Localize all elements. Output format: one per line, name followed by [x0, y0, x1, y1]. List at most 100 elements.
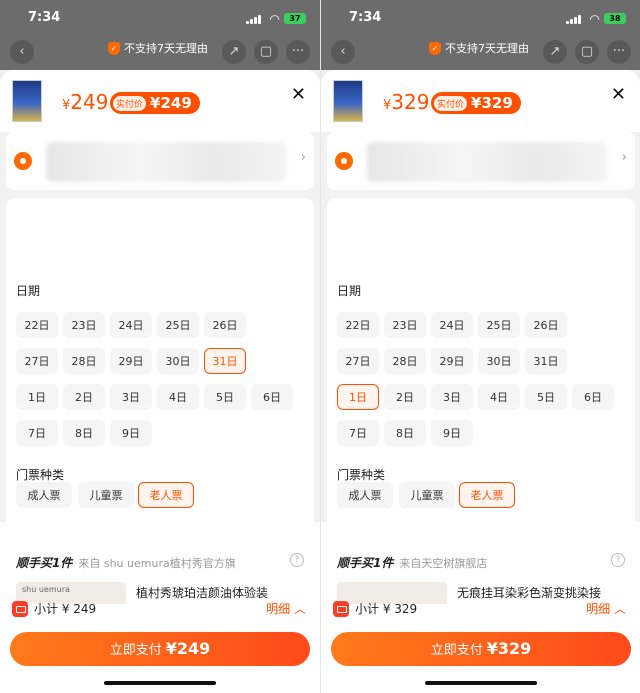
- detail-label: 明细: [586, 602, 611, 616]
- date-chip[interactable]: 6日: [251, 384, 293, 410]
- product-price: ¥249: [62, 90, 108, 114]
- date-chip[interactable]: 24日: [110, 312, 152, 338]
- blurred-address: [46, 142, 286, 182]
- paid-price-tag: 实付价: [113, 95, 147, 111]
- date-chip[interactable]: 9日: [110, 420, 152, 446]
- date-chip[interactable]: 3日: [431, 384, 473, 410]
- date-chip[interactable]: 28日: [384, 348, 426, 374]
- cart-icon: ▢: [254, 40, 278, 64]
- status-time: 7:34: [349, 10, 382, 25]
- date-chip[interactable]: 1日: [337, 384, 379, 410]
- date-chip[interactable]: 7日: [16, 420, 58, 446]
- location-pin-icon: [14, 152, 32, 170]
- date-chip[interactable]: 22日: [337, 312, 379, 338]
- detail-toggle[interactable]: 明细 ︿: [266, 600, 306, 617]
- product-header: ¥249 实付价 ¥249 ✕: [0, 70, 320, 132]
- wifi-icon: ◠: [269, 12, 280, 26]
- cart-badge-icon: [12, 600, 28, 617]
- date-chip[interactable]: 2日: [63, 384, 105, 410]
- add-on-source: 来自 shu uemura植村秀官方旗: [78, 557, 236, 570]
- product-thumbnail: [333, 80, 363, 122]
- notice-text: 不支持7天无理由: [124, 42, 208, 55]
- date-chip[interactable]: 8日: [384, 420, 426, 446]
- date-chip[interactable]: 22日: [16, 312, 58, 338]
- date-chip[interactable]: 27日: [337, 348, 379, 374]
- background-nav: ‹ ✓ 不支持7天无理由 ↗ ▢ ···: [321, 36, 640, 68]
- date-chip[interactable]: 5日: [204, 384, 246, 410]
- shield-icon: ✓: [429, 41, 441, 55]
- date-chip[interactable]: 25日: [157, 312, 199, 338]
- date-chip[interactable]: 24日: [431, 312, 473, 338]
- detail-toggle[interactable]: 明细 ︿: [586, 600, 626, 617]
- date-chip[interactable]: 25日: [478, 312, 520, 338]
- date-chip[interactable]: 4日: [478, 384, 520, 410]
- add-on-card[interactable]: 顺手买1件 来自天空树旗舰店 ? 无痕挂耳染彩色渐变挑染接: [327, 544, 635, 604]
- product-thumbnail: [12, 80, 42, 122]
- add-on-card[interactable]: 顺手买1件 来自 shu uemura植村秀官方旗 ? shu uemura 植村…: [6, 544, 314, 604]
- ticket-type-chip[interactable]: 老人票: [138, 482, 194, 508]
- add-on-product-name: 无痕挂耳染彩色渐变挑染接: [457, 586, 602, 600]
- date-section-label: 日期: [16, 284, 41, 298]
- ticket-type-chip[interactable]: 成人票: [16, 482, 72, 508]
- date-chip[interactable]: 23日: [63, 312, 105, 338]
- detail-label: 明细: [266, 602, 291, 616]
- date-chip[interactable]: 5日: [525, 384, 567, 410]
- pay-now-button[interactable]: 立即支付 ¥329: [331, 632, 631, 666]
- product-price: ¥329: [383, 90, 429, 114]
- subtotal-text: 小计 ¥ 329: [355, 602, 418, 616]
- add-on-title: 顺手买1件: [337, 556, 394, 570]
- date-chip[interactable]: 30日: [478, 348, 520, 374]
- close-icon[interactable]: ✕: [291, 84, 306, 105]
- pay-now-button[interactable]: 立即支付 ¥249: [10, 632, 310, 666]
- ticket-type-chip[interactable]: 儿童票: [78, 482, 134, 508]
- pay-now-label: 立即支付: [109, 643, 162, 658]
- return-policy-notice: ✓ 不支持7天无理由: [429, 40, 529, 56]
- date-chip[interactable]: 26日: [525, 312, 567, 338]
- close-icon[interactable]: ✕: [611, 84, 626, 105]
- date-chip[interactable]: 1日: [16, 384, 58, 410]
- date-chip[interactable]: 6日: [572, 384, 614, 410]
- chevron-right-icon: ›: [621, 150, 627, 165]
- date-chip[interactable]: 9日: [431, 420, 473, 446]
- cart-icon: ▢: [575, 40, 599, 64]
- date-chip[interactable]: 29日: [431, 348, 473, 374]
- date-chip[interactable]: 30日: [157, 348, 199, 374]
- ticket-type-chip[interactable]: 老人票: [459, 482, 515, 508]
- date-chip[interactable]: 26日: [204, 312, 246, 338]
- ticket-type-chip[interactable]: 成人票: [337, 482, 393, 508]
- help-icon[interactable]: ?: [611, 553, 625, 567]
- more-icon: ···: [607, 40, 631, 64]
- help-icon[interactable]: ?: [290, 553, 304, 567]
- return-policy-notice: ✓ 不支持7天无理由: [108, 40, 208, 56]
- paid-price-badge: 实付价 ¥249: [110, 92, 200, 114]
- chevron-right-icon: ›: [300, 150, 306, 165]
- date-chip[interactable]: 29日: [110, 348, 152, 374]
- date-chip[interactable]: 27日: [16, 348, 58, 374]
- paid-price-badge: 实付价 ¥329: [431, 92, 521, 114]
- date-chip[interactable]: 2日: [384, 384, 426, 410]
- location-pin-icon: [335, 152, 353, 170]
- date-chip[interactable]: 7日: [337, 420, 379, 446]
- options-card: 日期 22日 23日 24日 25日 26日 27日 28日 29日 30日 31日 1日 2日 3日 4…: [6, 198, 314, 596]
- date-chip[interactable]: 8日: [63, 420, 105, 446]
- add-on-title: 顺手买1件: [16, 556, 73, 570]
- date-chip[interactable]: 28日: [63, 348, 105, 374]
- address-card[interactable]: ›: [327, 132, 635, 190]
- ticket-type-chip[interactable]: 儿童票: [399, 482, 455, 508]
- share-icon: ↗: [222, 40, 246, 64]
- date-chip[interactable]: 3日: [110, 384, 152, 410]
- checkout-screen-1: 7:34 ◠ 37 ‹ ✓ 不支持7天无理由 ↗ ▢ ··· ¥249 实付价 …: [0, 0, 320, 693]
- more-icon: ···: [286, 40, 310, 64]
- date-chip[interactable]: 4日: [157, 384, 199, 410]
- date-chip[interactable]: 23日: [384, 312, 426, 338]
- add-on-header: 顺手买1件 来自天空树旗舰店: [337, 554, 487, 571]
- notice-text: 不支持7天无理由: [445, 42, 529, 55]
- subtotal: 小计 ¥ 249: [12, 600, 96, 617]
- back-icon: ‹: [10, 40, 34, 64]
- address-card[interactable]: ›: [6, 132, 314, 190]
- date-chip[interactable]: 31日: [204, 348, 246, 374]
- date-chip[interactable]: 31日: [525, 348, 567, 374]
- home-indicator: [425, 681, 537, 685]
- checkout-footer: 顺手买1件 来自天空树旗舰店 ? 无痕挂耳染彩色渐变挑染接 小计 ¥ 329 明细…: [321, 522, 640, 693]
- paid-price-value: ¥329: [471, 94, 513, 112]
